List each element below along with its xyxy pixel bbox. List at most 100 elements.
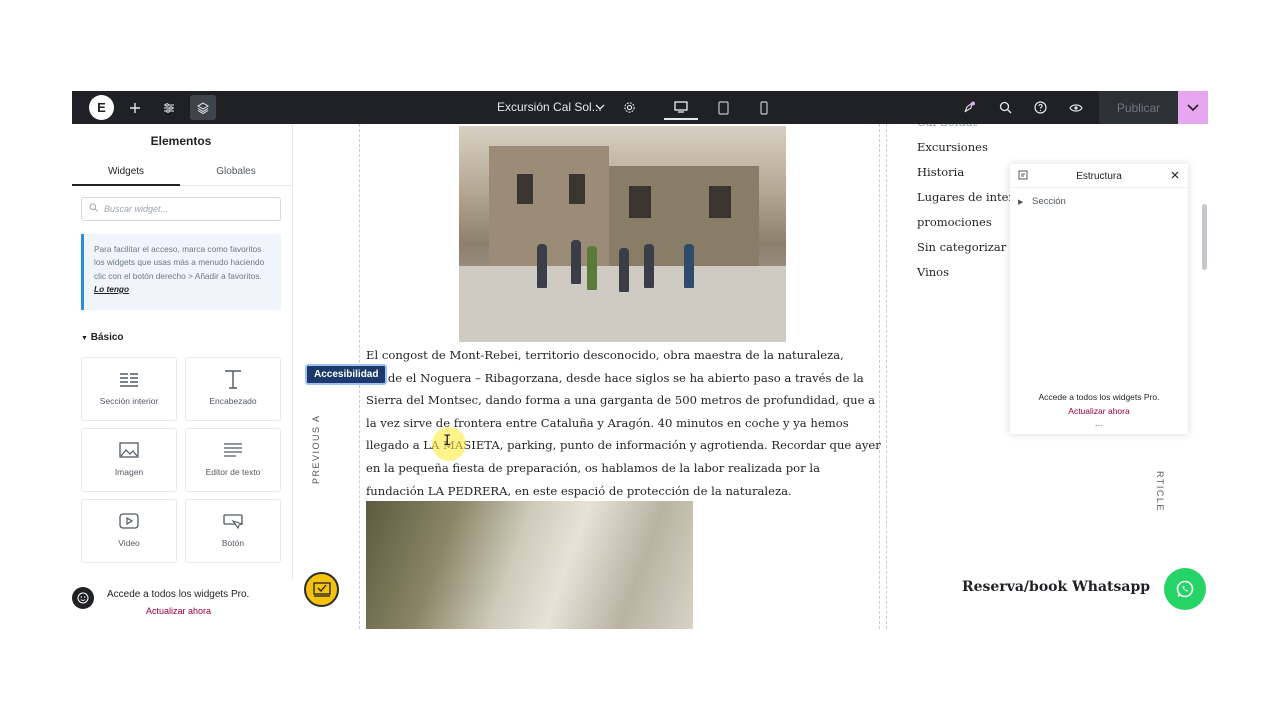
window [569, 174, 585, 204]
search-button[interactable] [992, 95, 1018, 120]
widget-inner-section[interactable]: Sección interior [81, 357, 177, 421]
tab-globales[interactable]: Globales [182, 166, 290, 177]
tab-widgets[interactable]: Widgets [72, 166, 180, 177]
mobile-view-button[interactable] [747, 95, 781, 120]
layers-icon [197, 101, 209, 114]
elementor-pro-icon [72, 587, 94, 609]
document-title[interactable]: Excursión Cal Sol... [497, 100, 602, 114]
eye-icon [1069, 103, 1083, 112]
hikers-photo[interactable] [459, 126, 786, 342]
close-icon[interactable] [1170, 170, 1180, 180]
preview-button[interactable] [1063, 95, 1089, 120]
search-icon [89, 203, 98, 212]
structure-title: Estructura [1076, 171, 1122, 182]
elementor-editor: E Excursión Cal Sol... Publicar Elemento… [72, 91, 1208, 629]
add-element-button[interactable] [122, 95, 148, 120]
active-tab-indicator [72, 184, 180, 186]
help-icon [1033, 101, 1047, 114]
widget-text-editor[interactable]: Editor de texto [185, 428, 281, 492]
categories-list: Cal Soldat Excursiones Historia Lugares … [917, 124, 1027, 285]
help-button[interactable] [1027, 95, 1053, 120]
category-link[interactable]: Excursiones [917, 135, 1017, 160]
window [517, 174, 533, 204]
top-bar: E Excursión Cal Sol... Publicar [72, 91, 1208, 124]
mobile-icon [760, 100, 768, 115]
checklist-icon [312, 581, 331, 597]
widget-label: Sección interior [99, 396, 159, 406]
category-link[interactable]: Sin categorizar [917, 235, 1017, 260]
structure-button[interactable] [190, 95, 216, 120]
pro-promo: Accede a todos los widgets Pro. Actualiz… [72, 580, 293, 629]
page-canvas: PREVIOUS A RTICLE El congost de Mont-Reb… [293, 124, 1208, 629]
gear-icon [623, 102, 635, 113]
category-link[interactable]: Historia [917, 160, 1017, 185]
previous-article-link[interactable]: PREVIOUS A [311, 414, 321, 484]
widget-image[interactable]: Imagen [81, 428, 177, 492]
whatsapp-button[interactable] [1164, 568, 1206, 610]
widget-heading[interactable]: Encabezado [185, 357, 281, 421]
widget-label: Imagen [114, 467, 144, 477]
window [709, 186, 731, 218]
hiker [684, 244, 694, 288]
hiker [587, 246, 597, 290]
structure-header: Estructura [1010, 164, 1188, 188]
page-settings-button[interactable] [616, 95, 642, 120]
checklist-badge-icon[interactable] [304, 572, 339, 607]
window [629, 186, 651, 218]
more-icon[interactable]: … [1010, 418, 1188, 428]
caret-down-icon: ▼ [81, 335, 88, 342]
favorites-tip: Para facilitar el acceso, marca como fav… [81, 234, 281, 310]
text-cursor-icon: I [443, 433, 452, 449]
search-input[interactable]: Buscar widget... [81, 197, 281, 221]
hiker [644, 244, 654, 288]
widget-video[interactable]: Video [81, 499, 177, 563]
image-icon [119, 442, 139, 458]
chevron-down-icon [1187, 103, 1199, 111]
widget-label: Editor de texto [205, 467, 261, 477]
next-article-link[interactable]: RTICLE [1155, 471, 1165, 512]
category-link[interactable]: Lugares de interés [917, 185, 1027, 210]
widget-label: Encabezado [209, 396, 257, 406]
widget-label: Botón [221, 538, 245, 548]
panel-title: Elementos [150, 134, 212, 148]
tip-dismiss-link[interactable]: Lo tengo [94, 284, 129, 294]
structure-panel: Estructura ▶ Sección Accede a todos los … [1010, 164, 1188, 434]
category-link[interactable]: Vinos [917, 260, 1017, 285]
heading-icon [225, 370, 241, 389]
scrollbar[interactable] [1202, 204, 1207, 270]
gorge-photo[interactable] [366, 501, 693, 629]
category-link[interactable]: promociones [917, 210, 1017, 235]
widget-button[interactable]: Botón [185, 499, 281, 563]
search-placeholder: Buscar widget... [104, 204, 169, 214]
elementor-logo-icon[interactable]: E [89, 95, 114, 120]
structure-row-section[interactable]: ▶ Sección [1018, 196, 1066, 207]
category-link[interactable]: Cal Soldat [917, 124, 1017, 135]
notifications-button[interactable] [956, 95, 982, 120]
widget-label: Video [118, 538, 140, 548]
structure-row-label: Sección [1032, 196, 1066, 207]
structure-promo-text: Accede a todos los widgets Pro. [1038, 392, 1160, 402]
structure-upgrade-link[interactable]: Actualizar ahora [1010, 406, 1188, 416]
site-settings-button[interactable] [156, 95, 182, 120]
publish-button[interactable]: Publicar [1099, 91, 1178, 124]
chevron-down-icon[interactable] [595, 99, 605, 115]
tablet-view-button[interactable] [706, 95, 740, 120]
whatsapp-icon [1176, 580, 1194, 598]
plus-icon [130, 102, 140, 113]
section-basico[interactable]: ▼ Básico [81, 332, 124, 343]
whatsapp-label[interactable]: Reserva/book Whatsapp [962, 579, 1150, 595]
hiker [619, 248, 629, 292]
accessibility-button[interactable]: Accesibilidad [305, 364, 388, 385]
smiley-icon [77, 592, 89, 604]
rocket-icon [964, 101, 975, 112]
publish-options-button[interactable] [1178, 91, 1208, 124]
column-guide [886, 124, 887, 629]
hiker [571, 240, 581, 284]
article-text[interactable]: El congost de Mont-Rebei, territorio des… [366, 344, 881, 502]
section-title: Básico [90, 332, 124, 343]
upgrade-link[interactable]: Actualizar ahora [146, 606, 211, 616]
caret-right-icon: ▶ [1018, 199, 1024, 206]
desktop-view-button[interactable] [664, 95, 698, 120]
tip-text: Para facilitar el acceso, marca como fav… [94, 244, 265, 281]
hiker [537, 244, 547, 288]
